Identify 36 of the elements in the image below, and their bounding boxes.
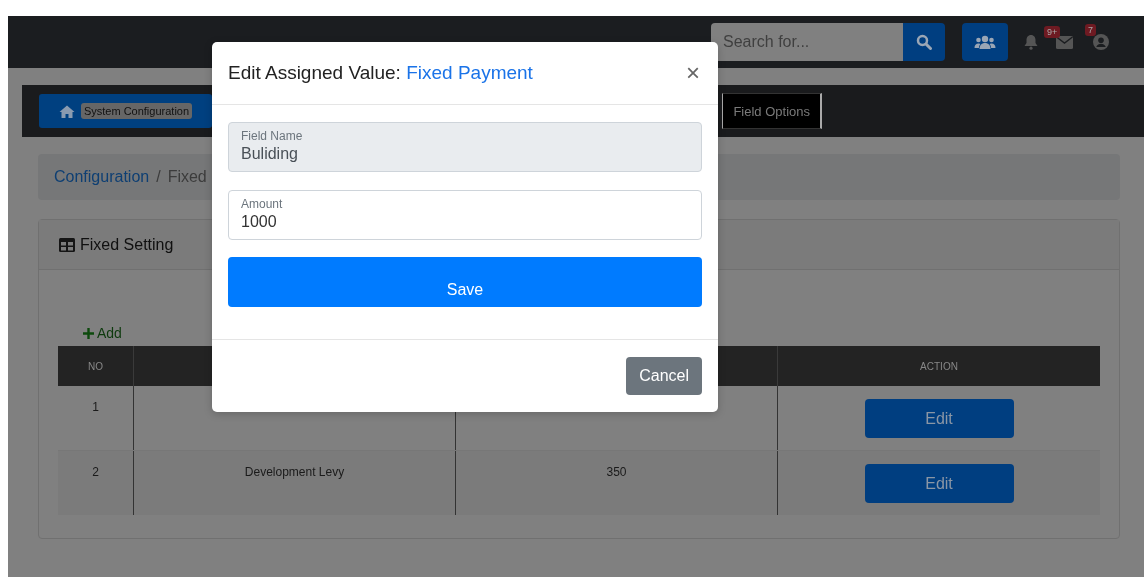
bell-icon[interactable] [1024, 34, 1038, 50]
table-cell-text: 2 [91, 464, 100, 481]
users-icon [974, 35, 996, 49]
breadcrumb-separator: / [156, 168, 161, 186]
field-label: Field Name [241, 129, 304, 143]
edit-button[interactable]: Edit [864, 464, 1014, 503]
table-cell-text: 1 [91, 399, 100, 416]
envelope-icon[interactable] [1056, 35, 1073, 49]
search-field[interactable]: Search for... [711, 23, 903, 61]
column-header: ACTION [920, 360, 958, 372]
cancel-button[interactable]: Cancel [626, 357, 702, 395]
column-header: NO [88, 360, 103, 372]
notification-badge: 9+ [1044, 25, 1061, 38]
field-value[interactable]: 1000 [241, 213, 689, 231]
notification-badge: 7 [1085, 24, 1096, 36]
plus-icon [83, 327, 94, 339]
breadcrumb-link[interactable]: Configuration [54, 168, 150, 186]
table-cell: Development Levy [133, 451, 455, 515]
modal-title: Edit Assigned Value: Fixed Payment [228, 62, 534, 84]
card-title: Fixed Setting [80, 235, 174, 254]
close-button[interactable]: × [684, 61, 702, 85]
nav-tab[interactable]: System Configuration [39, 94, 212, 128]
nav-tab[interactable]: Field Options [722, 93, 822, 129]
edit-button[interactable]: Edit [864, 399, 1014, 438]
field-label: Amount [241, 197, 284, 211]
save-button[interactable]: Save [228, 257, 702, 307]
add-button[interactable]: Add [58, 322, 122, 344]
user-icon[interactable] [1093, 34, 1109, 50]
home-icon [58, 104, 75, 118]
table-icon [59, 237, 75, 252]
search-button[interactable] [903, 23, 945, 61]
input-field[interactable]: Amount 1000 [228, 190, 702, 240]
table-cell: 350 [455, 451, 777, 515]
breadcrumb-current: Fixed [167, 168, 207, 186]
users-button[interactable] [962, 23, 1008, 61]
search-icon [916, 34, 932, 50]
